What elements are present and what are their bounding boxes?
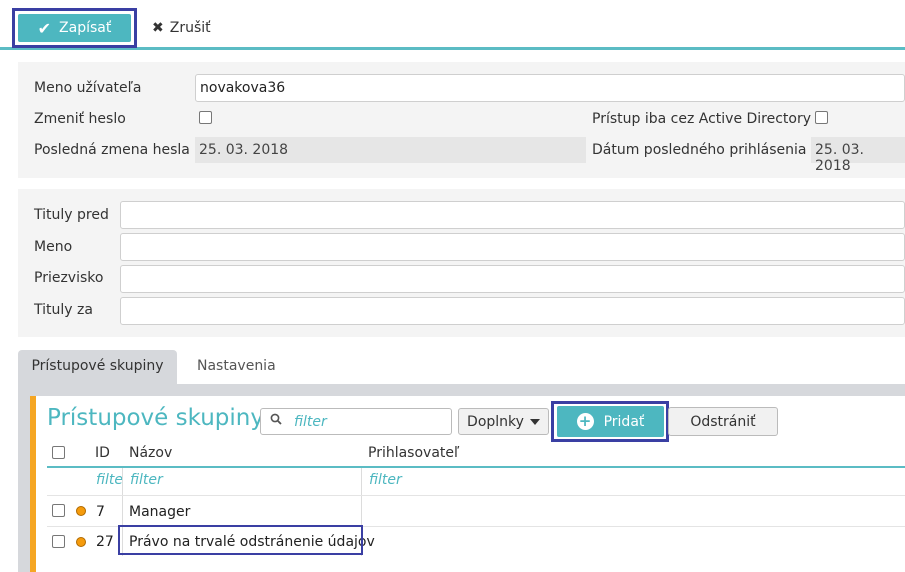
name-filter-input[interactable]: filter <box>130 472 163 488</box>
login-filter-input[interactable]: filter <box>369 472 402 488</box>
surname-label: Priezvisko <box>34 270 104 286</box>
tab-settings[interactable]: Nastavenia <box>197 350 276 384</box>
row-id: 27 <box>96 534 114 550</box>
first-name-input[interactable] <box>120 233 905 261</box>
status-dot-icon <box>76 506 86 516</box>
check-icon: ✔ <box>37 18 52 38</box>
row-checkbox[interactable] <box>52 535 65 548</box>
remove-button-label: Odstrániť <box>690 413 756 430</box>
ad-only-checkbox[interactable] <box>815 111 828 124</box>
first-name-label: Meno <box>34 239 73 255</box>
addons-dropdown[interactable]: Doplnky <box>458 408 549 435</box>
last-login-value: 25. 03. 2018 <box>811 137 905 174</box>
search-icon <box>270 413 282 425</box>
tab-access-groups[interactable]: Prístupové skupiny <box>18 350 177 384</box>
header-divider <box>47 466 905 468</box>
row-name-highlight <box>118 525 363 555</box>
ad-only-label: Prístup iba cez Active Directory <box>592 111 812 127</box>
plus-circle-icon: + <box>576 413 594 430</box>
column-header-login[interactable]: Prihlasovateľ <box>368 445 459 461</box>
username-label: Meno užívateľa <box>34 80 142 96</box>
titles-before-label: Tituly pred <box>34 207 109 223</box>
cancel-button[interactable]: ✖ Zrušiť <box>152 14 211 42</box>
row-id: 7 <box>96 504 105 520</box>
titles-after-input[interactable] <box>120 297 905 325</box>
titles-after-label: Tituly za <box>34 302 93 318</box>
x-icon: ✖ <box>152 20 164 36</box>
addons-label: Doplnky <box>467 413 524 430</box>
search-input[interactable]: filter <box>260 408 452 435</box>
add-button[interactable]: + Pridať <box>557 406 664 437</box>
search-placeholder: filter <box>294 414 327 430</box>
change-password-checkbox[interactable] <box>199 111 212 124</box>
titles-before-input[interactable] <box>120 201 905 229</box>
add-button-label: Pridať <box>603 413 645 430</box>
save-button[interactable]: ✔ Zapísať <box>18 14 131 42</box>
surname-input[interactable] <box>120 265 905 293</box>
tab-bar: Prístupové skupiny Nastavenia <box>18 350 905 384</box>
last-password-change-value: 25. 03. 2018 <box>195 137 586 163</box>
last-login-label: Dátum posledného prihlásenia <box>592 142 807 158</box>
last-password-change-label: Posledná zmena hesla <box>34 142 190 158</box>
column-header-id[interactable]: ID <box>95 445 110 461</box>
status-dot-icon <box>76 537 86 547</box>
id-filter-input[interactable]: filte <box>96 472 123 488</box>
row-divider <box>47 495 905 496</box>
column-header-name[interactable]: Názov <box>129 445 172 461</box>
caret-down-icon <box>529 418 540 425</box>
section-title: Prístupové skupiny <box>47 405 264 431</box>
change-password-label: Zmeniť heslo <box>34 111 126 127</box>
remove-button[interactable]: Odstrániť <box>668 407 778 436</box>
save-button-label: Zapísať <box>59 20 112 36</box>
cancel-button-label: Zrušiť <box>169 20 211 36</box>
row-checkbox[interactable] <box>52 504 65 517</box>
username-input[interactable]: novakova36 <box>195 74 905 102</box>
select-all-checkbox[interactable] <box>52 446 65 459</box>
row-name[interactable]: Manager <box>129 504 190 520</box>
